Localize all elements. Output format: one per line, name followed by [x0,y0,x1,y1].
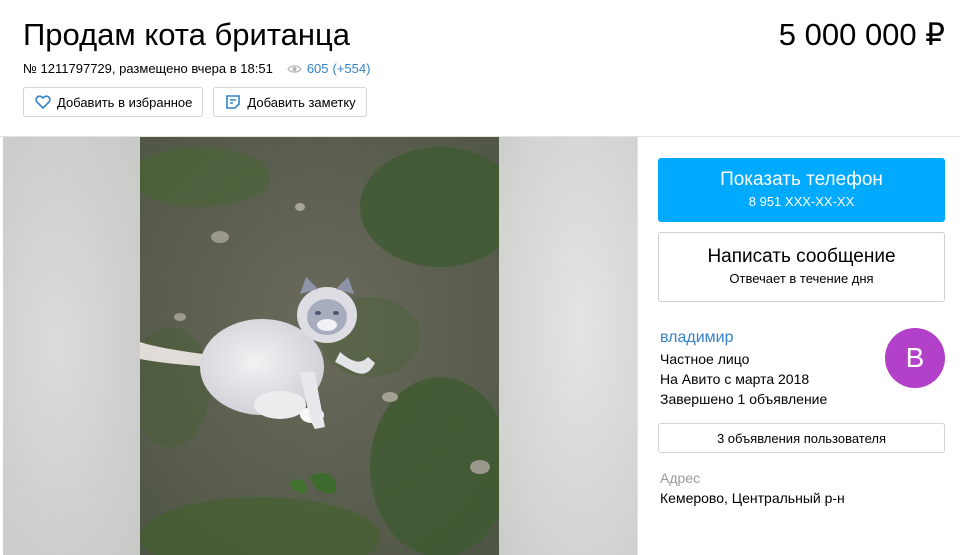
seller-since: На Авито с марта 2018 [660,371,810,387]
add-note-label: Добавить заметку [247,94,356,110]
show-phone-label: Показать телефон [720,169,883,190]
seller-ads-button[interactable]: 3 объявления пользователя [658,423,945,453]
views-counter: 605 (+554) [287,61,371,76]
sidebar-divider [637,137,638,555]
heart-icon [35,95,51,109]
page-title: Продам кота британца [23,17,351,52]
write-message-button[interactable]: Написать сообщение Отвечает в течение дн… [658,232,945,302]
phone-masked: 8 951 XXX-XX-XX [748,194,855,209]
address-label: Адрес [660,470,701,486]
write-message-label: Написать сообщение [707,246,896,267]
eye-icon [287,64,302,74]
cat-photo[interactable] [140,137,499,555]
listing-page: Продам кота британца 5 000 000 ₽ № 12117… [0,0,960,555]
views-new: (+554) [332,61,371,76]
photo-gallery[interactable] [3,137,637,555]
show-phone-button[interactable]: Показать телефон 8 951 XXX-XX-XX [658,158,945,222]
avatar[interactable]: В [885,328,945,388]
seller-completed: Завершено 1 объявление [660,391,828,407]
listing-meta: № 1211797729, размещено вчера в 18:51 60… [23,61,370,76]
listing-actions: Добавить в избранное Добавить заметку [23,87,367,117]
seller-name[interactable]: владимир [660,328,827,348]
note-icon [225,94,241,110]
seller-info: владимир Частное лицо На Авито с марта 2… [660,328,827,409]
price: 5 000 000 ₽ [778,17,945,52]
response-time: Отвечает в течение дня [729,271,874,286]
gallery-blur-right [498,137,637,555]
listing-number-posted: № 1211797729, размещено вчера в 18:51 [23,61,273,76]
gallery-blur-left [3,137,140,555]
add-favorite-button[interactable]: Добавить в избранное [23,87,204,117]
seller-type: Частное лицо [660,351,750,367]
address-value: Кемерово, Центральный р-н [660,490,845,506]
views-count[interactable]: 605 [307,61,329,76]
add-favorite-label: Добавить в избранное [57,94,193,110]
add-note-button[interactable]: Добавить заметку [213,87,367,117]
